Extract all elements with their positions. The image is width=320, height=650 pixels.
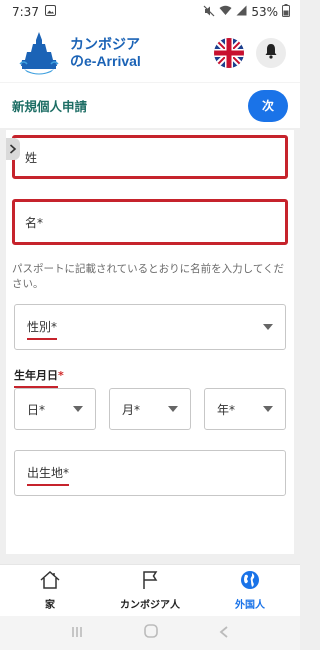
status-bar: 7:37 53% [0,0,300,24]
language-flag-uk-icon[interactable] [214,38,244,68]
flag-icon [140,570,160,594]
battery-icon [282,4,290,20]
given-name-placeholder: 名* [25,215,44,230]
globe-icon [240,570,260,594]
app-header: カンボジア のe-Arrival [0,24,300,82]
nav-label-foreigner: 外国人 [235,600,265,611]
collapse-tab-chevron-icon[interactable] [6,138,20,160]
system-navigation-bar [0,616,300,650]
chevron-down-icon [168,406,178,412]
mute-icon [203,5,215,20]
dob-month-select[interactable]: 月* [109,388,191,430]
day-label: 日* [27,402,46,417]
gallery-notification-icon [44,5,56,19]
app-title-line1: カンボジア [70,36,140,52]
home-icon [39,570,61,594]
birthplace-input[interactable]: 出生地* [14,450,286,496]
nav-label-home: 家 [45,600,55,611]
nav-item-cambodian[interactable]: カンボジア人 [100,565,200,616]
dob-day-select[interactable]: 日* [14,388,96,430]
name-help-text: パスポートに記載されているとおりに名前を入力してください。 [12,263,285,290]
dob-label: 生年月日* [14,367,64,388]
battery-percent: 53% [251,5,278,19]
gender-select[interactable]: 性別* [14,304,286,350]
nav-item-foreigner[interactable]: 外国人 [200,565,300,616]
app-title: カンボジア のe-Arrival [70,36,141,70]
gender-required-mark: * [51,319,58,334]
surname-placeholder: 姓 [25,150,38,165]
back-icon[interactable] [218,624,230,643]
recent-apps-icon[interactable] [70,624,84,643]
birthplace-label: 出生地* [27,464,70,486]
dob-year-select[interactable]: 年* [204,388,286,430]
chevron-down-icon [263,406,273,412]
nav-label-cambodian: カンボジア人 [120,600,180,611]
birthplace-required-mark: * [63,465,70,480]
bottom-navigation: 家 カンボジア人 外国人 [0,564,300,616]
nav-item-home[interactable]: 家 [0,565,100,616]
gender-label: 性別* [27,318,58,340]
page-title-row: 新規個人申請 次 [0,82,300,128]
home-button-icon[interactable] [143,623,159,643]
surname-input[interactable]: 姓 [12,135,288,179]
status-time: 7:37 [12,5,39,19]
chevron-down-icon [73,406,83,412]
month-label: 月* [122,402,141,417]
dob-required-mark: * [58,369,64,382]
bell-icon [264,43,278,63]
wifi-icon [219,5,232,19]
given-name-input[interactable]: 名* [12,199,288,245]
page-title: 新規個人申請 [12,100,88,114]
chevron-down-icon [263,324,273,330]
next-button[interactable]: 次 [248,89,288,122]
notifications-button[interactable] [256,38,286,68]
angkor-wat-logo-icon [18,30,60,76]
app-title-line2: のe-Arrival [70,53,141,69]
year-label: 年* [217,402,236,417]
signal-icon [236,5,247,19]
